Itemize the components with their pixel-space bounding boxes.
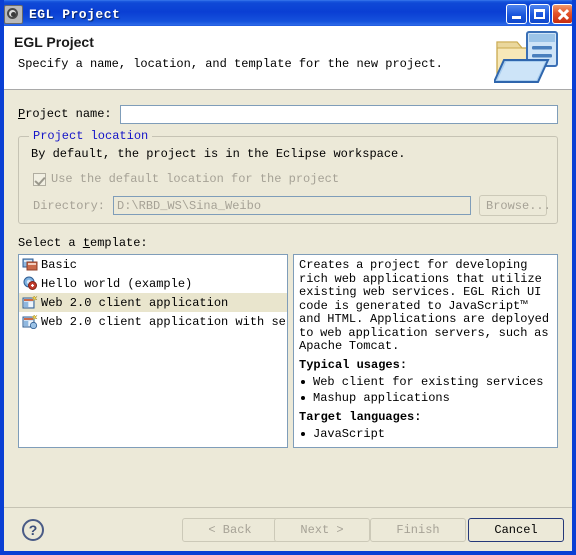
directory-input[interactable] <box>113 196 471 215</box>
list-item[interactable]: Web 2.0 client application with services <box>19 312 287 331</box>
browse-button[interactable]: Browse... <box>479 195 551 216</box>
list-item[interactable]: Web 2.0 client application <box>19 293 287 312</box>
back-button[interactable]: < Back <box>182 518 278 542</box>
select-template-label: Select a template: <box>18 236 148 250</box>
typical-usages-heading: Typical usages: <box>299 357 408 372</box>
target-languages-heading: Target languages: <box>299 409 422 424</box>
page-title: EGL Project <box>14 34 94 50</box>
list-item[interactable]: Basic <box>19 255 287 274</box>
finish-button[interactable]: Finish <box>370 518 466 542</box>
template-list[interactable]: Basic Hello world (example) Web 2.0 clie… <box>18 254 288 448</box>
typical-usages-list: Web client for existing services Mashup … <box>299 374 552 406</box>
window-title-bar: EGL Project <box>4 0 572 27</box>
project-name-row: Project name: <box>18 104 558 124</box>
window-title: EGL Project <box>29 6 121 22</box>
list-item[interactable]: Hello world (example) <box>19 274 287 293</box>
template-description-text: Creates a project for developing rich we… <box>299 258 550 353</box>
use-default-location-row[interactable]: Use the default location for the project <box>33 172 339 186</box>
directory-label: Directory: <box>33 198 106 213</box>
directory-row: Directory: Browse... <box>33 195 551 216</box>
window-controls <box>506 4 572 24</box>
list-item-label: Web 2.0 client application <box>41 295 229 310</box>
hello-world-icon <box>23 276 37 290</box>
select-template-label-mnemonic: t <box>82 236 91 250</box>
target-languages-list: JavaScript <box>299 426 552 442</box>
select-template-label-prefix: Select a <box>18 236 83 250</box>
list-item: JavaScript <box>299 426 552 442</box>
list-item: Web client for existing services <box>299 374 552 390</box>
project-location-group: Project location By default, the project… <box>18 129 558 224</box>
folder-document-icon <box>494 31 558 83</box>
wizard-header: EGL Project Specify a name, location, an… <box>4 26 572 90</box>
project-location-legend: Project location <box>29 129 153 143</box>
select-template-label-suffix: emplate: <box>90 236 148 250</box>
project-name-label: Project name: <box>18 107 112 121</box>
list-item-label: Hello world (example) <box>41 276 193 291</box>
gear-icon <box>4 4 23 24</box>
use-default-location-checkbox[interactable] <box>33 172 46 186</box>
cancel-button[interactable]: Cancel <box>468 518 564 542</box>
wizard-footer: ? < Back Next > Finish Cancel <box>4 507 572 551</box>
close-button[interactable] <box>552 4 572 24</box>
use-default-location-label: Use the default location for the project <box>51 172 340 186</box>
list-item: Mashup applications <box>299 390 552 406</box>
page-description: Specify a name, location, and template f… <box>18 57 443 71</box>
project-name-input[interactable] <box>119 104 558 124</box>
list-item-label: Web 2.0 client application with services <box>41 314 287 329</box>
default-location-text: By default, the project is in the Eclips… <box>31 147 406 161</box>
basic-project-icon <box>22 258 38 271</box>
list-item-label: Basic <box>41 257 78 272</box>
next-button[interactable]: Next > <box>274 518 370 542</box>
web-client-icon <box>22 295 38 309</box>
web-client-services-icon <box>22 314 38 329</box>
project-name-label-rest: roject name: <box>25 107 112 121</box>
minimize-button[interactable] <box>506 4 527 24</box>
maximize-button[interactable] <box>529 4 550 24</box>
wizard-body: Project name: Project location By defaul… <box>4 90 572 507</box>
template-description-panel: Creates a project for developing rich we… <box>293 254 558 448</box>
egl-project-dialog: EGL Project EGL Project Specify a name, … <box>0 0 576 555</box>
help-icon[interactable]: ? <box>22 519 44 541</box>
